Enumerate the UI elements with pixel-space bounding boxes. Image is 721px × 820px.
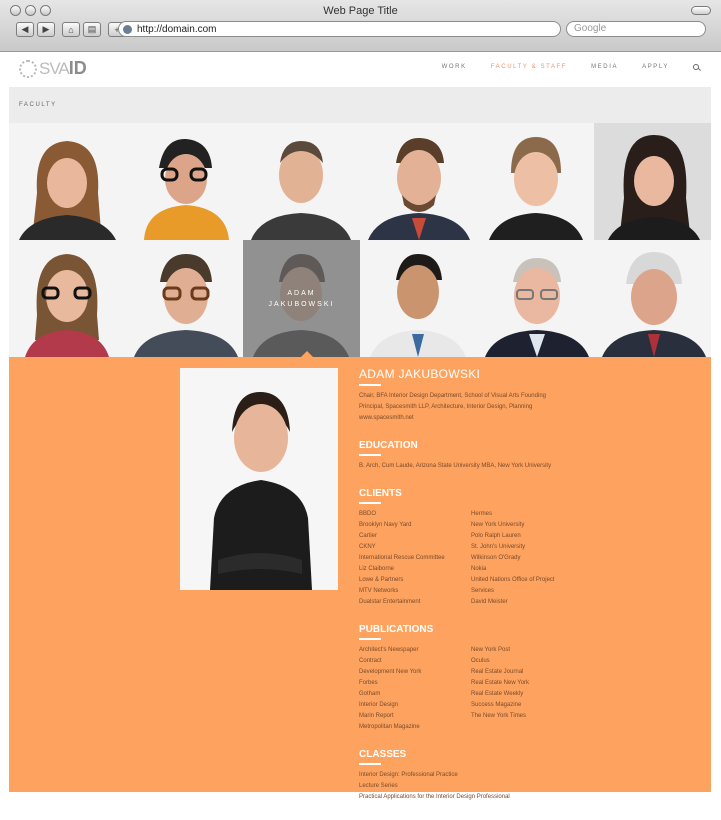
divider bbox=[359, 502, 381, 504]
education-text: B. Arch, Cum Laude, Arizona State Univer… bbox=[359, 463, 552, 469]
faculty-portrait[interactable] bbox=[360, 123, 477, 240]
publications-list: Architect's Newspaper Contract Developme… bbox=[359, 645, 704, 733]
classes-list: Interior Design: Professional Practice L… bbox=[359, 770, 704, 803]
selected-faculty-name: ADAM JAKUBOWSKI bbox=[268, 289, 335, 308]
faculty-bio: Chair, BFA Interior Design Department, S… bbox=[359, 393, 546, 421]
client-item: Services bbox=[471, 588, 495, 594]
publication-item: Oculus bbox=[471, 658, 490, 664]
main-nav: WORK FACULTY & STAFF MEDIA APPLY bbox=[442, 64, 711, 70]
logo-emblem-icon bbox=[19, 59, 37, 78]
client-item: Brooklyn Navy Yard bbox=[359, 522, 412, 528]
logo-sva-text: SVA bbox=[39, 58, 70, 78]
client-item: Polo Ralph Lauren bbox=[471, 533, 521, 539]
publication-item: Development New York bbox=[359, 669, 422, 675]
site-header: SVA ID WORK FACULTY & STAFF MEDIA APPLY bbox=[9, 52, 711, 87]
publication-item: Forbes bbox=[359, 680, 378, 686]
search-icon[interactable] bbox=[693, 64, 699, 70]
logo-id-text: ID bbox=[68, 58, 87, 78]
url-text: http://domain.com bbox=[137, 23, 217, 35]
education-heading: EDUCATION bbox=[359, 440, 418, 451]
forward-button[interactable]: ▶ bbox=[37, 22, 55, 37]
publication-item: Gotham bbox=[359, 691, 381, 697]
nav-item-apply[interactable]: APPLY bbox=[642, 64, 669, 70]
faculty-portrait[interactable] bbox=[126, 123, 243, 240]
divider bbox=[359, 384, 381, 386]
publication-item: Real Estate Journal bbox=[471, 669, 524, 675]
client-item: Liz Claiborne bbox=[359, 566, 395, 572]
nav-item-faculty-staff[interactable]: FACULTY & STAFF bbox=[491, 64, 567, 70]
client-item: St. John's University bbox=[471, 544, 526, 550]
faculty-portrait[interactable] bbox=[9, 123, 126, 240]
browser-nav-buttons: ◀ ▶ ⌂ ▤ + bbox=[16, 22, 126, 37]
publication-item: Success Magazine bbox=[471, 702, 522, 708]
divider bbox=[359, 454, 381, 456]
publication-item: The New York Times bbox=[471, 713, 527, 719]
faculty-detail-panel: ADAM JAKUBOWSKI Chair, BFA Interior Desi… bbox=[9, 351, 711, 800]
clients-list: BBDO Brooklyn Navy Yard Cartier CKNY Int… bbox=[359, 509, 704, 608]
divider bbox=[359, 638, 381, 640]
faculty-portrait[interactable] bbox=[477, 123, 594, 240]
selected-overlay: ADAM JAKUBOWSKI bbox=[243, 240, 360, 357]
class-item: Lecture Series bbox=[359, 783, 398, 789]
client-item: New York University bbox=[471, 522, 525, 528]
publication-item: Real Estate Weekly bbox=[471, 691, 524, 697]
globe-icon bbox=[123, 24, 132, 34]
client-item: Lowe & Partners bbox=[359, 577, 404, 583]
back-arrow-icon: ◀ bbox=[21, 24, 29, 34]
publication-item: Real Estate New York bbox=[471, 680, 530, 686]
client-item: BBDO bbox=[359, 511, 377, 517]
selection-pointer bbox=[301, 351, 313, 357]
faculty-grid: ADAM JAKUBOWSKI bbox=[9, 123, 711, 357]
faculty-portrait[interactable] bbox=[360, 240, 477, 357]
browser-search-input[interactable]: Google bbox=[566, 21, 706, 37]
faculty-portrait[interactable] bbox=[9, 240, 126, 357]
nav-item-media[interactable]: MEDIA bbox=[591, 64, 618, 70]
back-button[interactable]: ◀ bbox=[16, 22, 34, 37]
client-item: United Nations Office of Project bbox=[471, 577, 555, 583]
client-item: CKNY bbox=[359, 544, 376, 550]
address-bar[interactable]: http://domain.com bbox=[118, 21, 561, 37]
client-item: Dualstar Entertainment bbox=[359, 599, 421, 605]
client-item: International Rescue Committee bbox=[359, 555, 445, 561]
clients-heading: CLIENTS bbox=[359, 488, 402, 499]
faculty-detail-photo bbox=[180, 368, 338, 590]
client-item: David Meister bbox=[471, 599, 508, 605]
print-icon: ▤ bbox=[87, 24, 97, 34]
site-logo[interactable]: SVA ID bbox=[19, 58, 87, 79]
faculty-name: ADAM JAKUBOWSKI bbox=[359, 367, 481, 381]
client-item: MTV Networks bbox=[359, 588, 399, 594]
classes-heading: CLASSES bbox=[359, 749, 407, 760]
toolbar-toggle-button[interactable] bbox=[691, 6, 711, 15]
home-button[interactable]: ⌂ bbox=[62, 22, 80, 37]
publication-item: Marin Report bbox=[359, 713, 394, 719]
nav-item-work[interactable]: WORK bbox=[442, 64, 467, 70]
faculty-portrait[interactable] bbox=[243, 123, 360, 240]
publications-heading: PUBLICATIONS bbox=[359, 624, 434, 635]
client-item: Nokia bbox=[471, 566, 487, 572]
browser-chrome: Web Page Title ◀ ▶ ⌂ ▤ + http://domain.c… bbox=[0, 0, 721, 52]
divider bbox=[359, 763, 381, 765]
faculty-portrait[interactable] bbox=[594, 123, 711, 240]
faculty-portrait[interactable] bbox=[126, 240, 243, 357]
publication-item: Contract bbox=[359, 658, 382, 664]
class-item: Interior Design: Professional Practice bbox=[359, 772, 458, 778]
client-item: Cartier bbox=[359, 533, 378, 539]
faculty-portrait[interactable] bbox=[594, 240, 711, 357]
section-title: FACULTY bbox=[19, 102, 57, 108]
faculty-portrait-selected[interactable]: ADAM JAKUBOWSKI bbox=[243, 240, 360, 357]
client-item: Wilkinson O'Grady bbox=[471, 555, 521, 561]
faculty-info: ADAM JAKUBOWSKI Chair, BFA Interior Desi… bbox=[359, 367, 704, 803]
window-title: Web Page Title bbox=[323, 5, 398, 17]
publication-item: Interior Design bbox=[359, 702, 399, 708]
section-bar: FACULTY bbox=[9, 87, 711, 123]
print-button[interactable]: ▤ bbox=[83, 22, 101, 37]
publication-item: New York Post bbox=[471, 647, 511, 653]
publication-item: Metropolitan Magazine bbox=[359, 724, 420, 730]
faculty-portrait[interactable] bbox=[477, 240, 594, 357]
home-icon: ⌂ bbox=[68, 24, 74, 35]
forward-arrow-icon: ▶ bbox=[42, 24, 50, 34]
publication-item: Architect's Newspaper bbox=[359, 647, 419, 653]
class-item: Practical Applications for the Interior … bbox=[359, 794, 510, 800]
client-item: Hermes bbox=[471, 511, 493, 517]
